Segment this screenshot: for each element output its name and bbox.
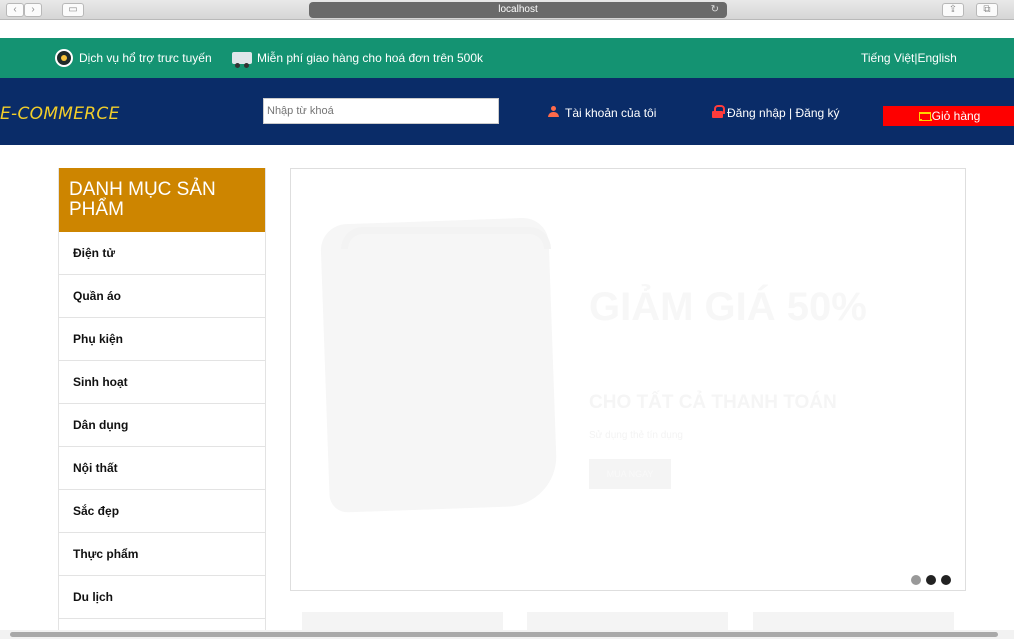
forward-button[interactable]: › [24, 3, 42, 17]
promo-slider[interactable]: GIẢM GIÁ 50% CHO TẤT CẢ THANH TOÁN Sử dụ… [290, 168, 966, 591]
site-header: E-COMMERCE Tài khoản của tôi Đăng nhập |… [0, 78, 1014, 145]
browser-toolbar: ‹ › ▭ localhost ↻ ⇪ ⧉ [0, 0, 1014, 20]
address-bar[interactable]: localhost ↻ [309, 2, 727, 18]
site-logo[interactable]: E-COMMERCE [0, 104, 120, 124]
bag-image [320, 217, 558, 513]
language-switcher[interactable]: Tiếng Việt|English [861, 38, 957, 78]
shipping-info: Miễn phí giao hàng cho hoá đơn trên 500k [232, 38, 483, 78]
login-register-label: Đăng nhập | Đăng ký [727, 106, 840, 120]
tabs-button[interactable]: ⧉ [976, 3, 998, 17]
horizontal-scrollbar[interactable] [0, 630, 1014, 639]
slider-dots [911, 572, 956, 585]
category-title: DANH MỤC SẢN PHẨM [59, 168, 265, 232]
promo-title: GIẢM GIÁ 50% [589, 285, 867, 329]
cart-icon [917, 111, 932, 121]
cart-button[interactable]: Giỏ hàng [883, 106, 1014, 126]
slider-dot[interactable] [941, 575, 951, 585]
scrollbar-thumb[interactable] [10, 632, 998, 637]
slider-dot[interactable] [911, 575, 921, 585]
promo-description: Sử dụng thẻ tín dụng [589, 430, 683, 441]
category-item-thuc-pham[interactable]: Thực phẩm [59, 533, 265, 576]
login-register-link[interactable]: Đăng nhập | Đăng ký [712, 105, 840, 120]
sidebar-toggle-button[interactable]: ▭ [62, 3, 84, 17]
cart-label: Giỏ hàng [931, 109, 981, 123]
lock-icon [712, 105, 725, 119]
slider-dot[interactable] [926, 575, 936, 585]
category-sidebar: DANH MỤC SẢN PHẨM Điện tử Quần áo Phụ ki… [58, 168, 266, 639]
reload-icon[interactable]: ↻ [711, 2, 719, 18]
shipping-text: Miễn phí giao hàng cho hoá đơn trên 500k [257, 51, 484, 65]
category-item-dan-dung[interactable]: Dân dụng [59, 404, 265, 447]
back-button[interactable]: ‹ [6, 3, 24, 17]
account-label: Tài khoản của tôi [565, 106, 657, 120]
shop-now-button[interactable]: MUA NGAY [589, 459, 671, 489]
account-link[interactable]: Tài khoản của tôi [548, 106, 656, 120]
category-item-quan-ao[interactable]: Quần áo [59, 275, 265, 318]
support-info: Dịch vụ hổ trợ trưc tuyến [55, 38, 212, 78]
truck-icon [232, 51, 252, 68]
category-item-du-lich[interactable]: Du lịch [59, 576, 265, 619]
top-info-bar: Dịch vụ hổ trợ trưc tuyến Miễn phí giao … [0, 38, 1014, 78]
headset-icon [55, 48, 73, 67]
search-input[interactable] [263, 98, 499, 124]
category-item-noi-that[interactable]: Nội thất [59, 447, 265, 490]
support-text: Dịch vụ hổ trợ trưc tuyến [79, 51, 212, 65]
category-item-phu-kien[interactable]: Phụ kiện [59, 318, 265, 361]
user-icon [548, 106, 559, 118]
promo-subtitle: CHO TẤT CẢ THANH TOÁN [589, 392, 837, 413]
category-item-sac-dep[interactable]: Sắc đẹp [59, 490, 265, 533]
share-button[interactable]: ⇪ [942, 3, 964, 17]
url-text: localhost [498, 4, 538, 15]
category-item-sinh-hoat[interactable]: Sinh hoạt [59, 361, 265, 404]
bag-handle-image [341, 227, 551, 249]
category-item-dien-tu[interactable]: Điện tử [59, 232, 265, 275]
